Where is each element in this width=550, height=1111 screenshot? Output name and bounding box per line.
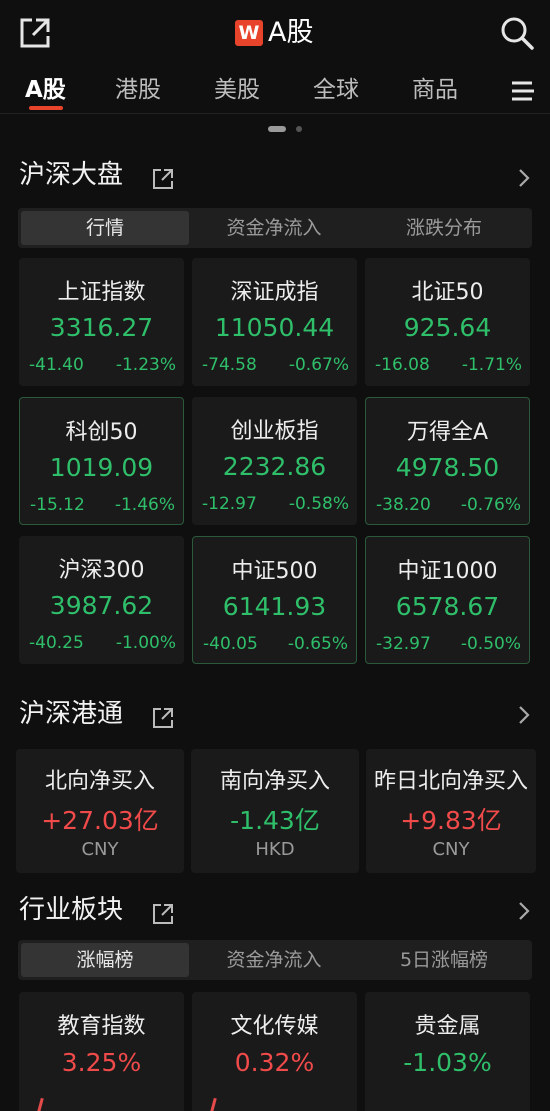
segment-quotes[interactable]: 行情 — [21, 211, 189, 245]
market-segment-control: 行情 资金净流入 涨跌分布 — [18, 208, 532, 248]
market-tabs: A股 港股 美股 全球 商品 — [0, 72, 550, 112]
chevron-right-icon[interactable] — [516, 704, 532, 726]
external-link-icon[interactable] — [151, 706, 175, 730]
flow-card-southbound[interactable]: 南向净买入 -1.43亿 HKD — [191, 749, 359, 873]
external-link-icon[interactable] — [151, 902, 175, 926]
menu-icon[interactable] — [510, 80, 536, 102]
share-icon[interactable] — [18, 16, 52, 50]
top-bar: W A股 — [0, 0, 550, 70]
index-card-sz[interactable]: 深证成指 11050.44 -74.58 -0.67% — [192, 258, 357, 386]
chevron-right-icon[interactable] — [516, 167, 532, 189]
tab-us[interactable]: 美股 — [214, 72, 260, 108]
app-logo: W — [235, 20, 263, 46]
tab-commodity[interactable]: 商品 — [412, 72, 458, 108]
index-card-zz500[interactable]: 中证500 6141.93 -40.05 -0.65% — [192, 536, 357, 664]
page-dot — [296, 126, 302, 132]
page-title: A股 — [268, 17, 314, 48]
section-title-connect: 沪深港通 — [19, 699, 124, 729]
sparkline — [37, 1097, 44, 1111]
search-icon[interactable] — [499, 15, 535, 51]
index-card-cyb[interactable]: 创业板指 2232.86 -12.97 -0.58% — [192, 397, 357, 525]
industry-card-precious-metals[interactable]: 贵金属 -1.03% — [365, 992, 530, 1111]
industry-segment-control: 涨幅榜 资金净流入 5日涨幅榜 — [18, 940, 532, 980]
segment-industry-inflow[interactable]: 资金净流入 — [189, 943, 359, 977]
section-title-industry: 行业板块 — [19, 895, 124, 925]
tab-active-indicator — [29, 106, 63, 110]
index-card-kc50[interactable]: 科创50 1019.09 -15.12 -1.46% — [19, 397, 184, 525]
chevron-right-icon[interactable] — [516, 900, 532, 922]
tab-global[interactable]: 全球 — [313, 72, 359, 108]
index-card-zz1000[interactable]: 中证1000 6578.67 -32.97 -0.50% — [365, 536, 530, 664]
segment-gainers[interactable]: 涨幅榜 — [21, 943, 189, 977]
page-dot-active — [268, 126, 286, 132]
industry-card-media[interactable]: 文化传媒 0.32% — [192, 992, 357, 1111]
external-link-icon[interactable] — [151, 167, 175, 191]
index-card-sh[interactable]: 上证指数 3316.27 -41.40 -1.23% — [19, 258, 184, 386]
segment-5day-gainers[interactable]: 5日涨幅榜 — [359, 943, 529, 977]
sparkline — [210, 1097, 217, 1111]
flow-card-prev-northbound[interactable]: 昨日北向净买入 +9.83亿 CNY — [366, 749, 536, 873]
section-title-market: 沪深大盘 — [19, 160, 124, 190]
segment-distribution[interactable]: 涨跌分布 — [359, 211, 529, 245]
divider — [0, 113, 550, 114]
tab-a-share[interactable]: A股 — [25, 72, 66, 108]
tab-hk[interactable]: 港股 — [115, 72, 161, 108]
segment-net-inflow[interactable]: 资金净流入 — [189, 211, 359, 245]
index-card-wind-a[interactable]: 万得全A 4978.50 -38.20 -0.76% — [365, 397, 530, 525]
index-card-bz50[interactable]: 北证50 925.64 -16.08 -1.71% — [365, 258, 530, 386]
index-card-hs300[interactable]: 沪深300 3987.62 -40.25 -1.00% — [19, 536, 184, 664]
flow-card-northbound[interactable]: 北向净买入 +27.03亿 CNY — [16, 749, 184, 873]
industry-card-education[interactable]: 教育指数 3.25% — [19, 992, 184, 1111]
